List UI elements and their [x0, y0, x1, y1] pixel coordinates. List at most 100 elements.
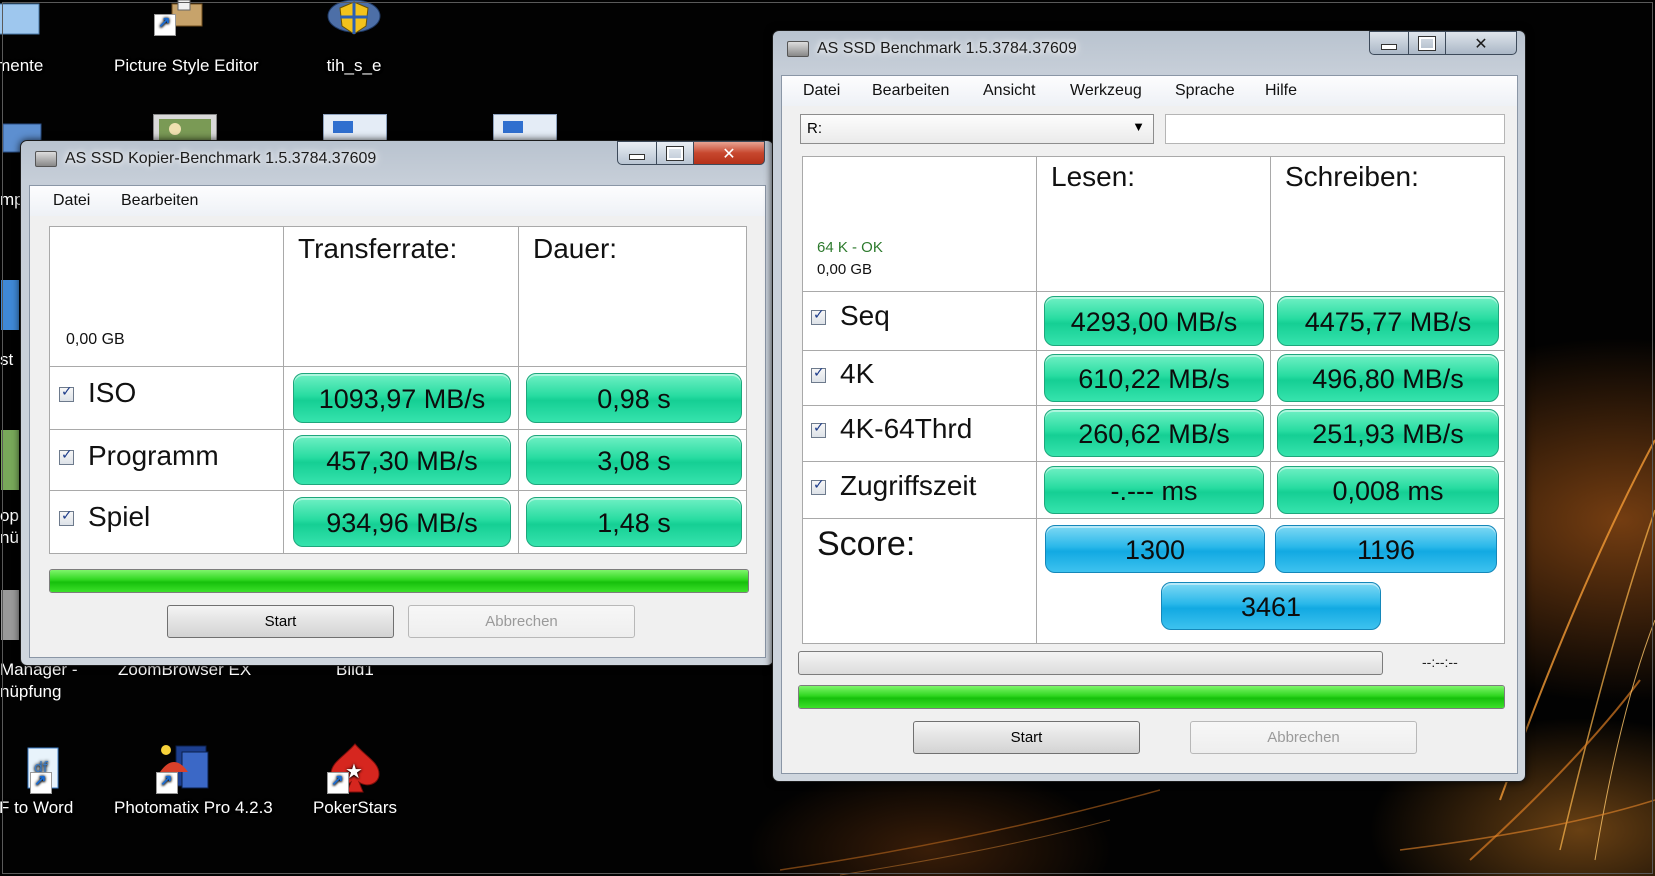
- 4k-read-value: 610,22 MB/s: [1044, 354, 1264, 402]
- spiel-duration-cell: 1,48 s: [518, 490, 747, 554]
- size-label: 0,00 GB: [66, 331, 125, 348]
- desktop-icon-label: tih_s_e: [326, 56, 382, 75]
- bench-progress-bar-top: [798, 651, 1383, 675]
- close-button[interactable]: ✕: [1445, 31, 1517, 55]
- spiel-checkbox[interactable]: [59, 508, 74, 526]
- 4k-checkbox[interactable]: [811, 365, 826, 383]
- desktop-icon-explorer[interactable]: [0, 280, 20, 334]
- desktop-icon-documents[interactable]: umente: [0, 0, 85, 76]
- programm-label: Programm: [88, 440, 219, 471]
- pdf-to-word-icon: df: [0, 742, 60, 794]
- desktop-icon-photomatix[interactable]: Photomatix Pro 4.2.3: [114, 742, 273, 818]
- zugriffszeit-read-cell: -.--- ms: [1036, 461, 1271, 519]
- 4k-64thrd-checkbox[interactable]: [811, 420, 826, 438]
- minimize-button[interactable]: [617, 141, 657, 165]
- 4k-read-cell: 610,22 MB/s: [1036, 350, 1271, 406]
- desktop-icon-manager[interactable]: [0, 590, 20, 644]
- elapsed-time: --:--:--: [1422, 654, 1458, 670]
- spiel-label: Spiel: [88, 501, 151, 532]
- menu-werkzeug[interactable]: Werkzeug: [1070, 82, 1142, 100]
- iso-checkbox[interactable]: [59, 384, 74, 402]
- copy-window-client: Datei Bearbeiten 0,00 GB Transferrate: D…: [29, 185, 766, 658]
- score-write-value: 1196: [1275, 525, 1497, 573]
- zugriffszeit-label: Zugriffszeit: [840, 470, 977, 501]
- bench-window-client: Datei Bearbeiten Ansicht Werkzeug Sprach…: [781, 75, 1518, 774]
- bench-start-button[interactable]: Start: [913, 721, 1140, 754]
- desktop-icon-label: DF to Word: [0, 798, 74, 817]
- menu-datei[interactable]: Datei: [803, 82, 840, 100]
- drive-select[interactable]: R: ▼: [800, 114, 1154, 144]
- drive-select-value: R:: [807, 120, 822, 137]
- zugriffszeit-checkbox[interactable]: [811, 477, 826, 495]
- copy-cancel-button[interactable]: Abbrechen: [408, 605, 635, 638]
- manager-icon: [1, 590, 19, 640]
- transfer-header-cell: Transferrate:: [283, 226, 519, 367]
- 4k-label: 4K: [840, 358, 875, 389]
- desktop-icon-pdf-to-word[interactable]: df DF to Word: [0, 742, 100, 818]
- row-label-4k-64thrd: 4K-64Thrd: [802, 405, 1037, 462]
- maximize-button[interactable]: [656, 141, 694, 165]
- bench-window-titlebar[interactable]: AS SSD Benchmark 1.5.3784.37609 ✕: [773, 31, 1525, 65]
- seq-write-value: 4475,77 MB/s: [1277, 296, 1499, 346]
- copy-progress-fill: [50, 570, 748, 592]
- menu-hilfe[interactable]: Hilfe: [1265, 82, 1297, 100]
- bench-cancel-button[interactable]: Abbrechen: [1190, 721, 1417, 754]
- menu-datei[interactable]: Datei: [53, 192, 90, 210]
- iso-rate-cell: 1093,97 MB/s: [283, 366, 519, 430]
- zugriffszeit-write-cell: 0,008 ms: [1270, 461, 1505, 519]
- menu-bearbeiten[interactable]: Bearbeiten: [121, 192, 198, 210]
- duration-header: Dauer:: [533, 233, 618, 264]
- score-values-cell: 1300 1196 3461: [1036, 518, 1505, 644]
- seq-read-cell: 4293,00 MB/s: [1036, 291, 1271, 351]
- app-icon: [1, 430, 19, 490]
- benchmark-window[interactable]: AS SSD Benchmark 1.5.3784.37609 ✕ Datei …: [772, 30, 1526, 782]
- row-label-spiel: Spiel: [49, 490, 284, 554]
- explorer-icon: [1, 280, 19, 330]
- desktop-icon-label: Picture Style Editor: [114, 56, 259, 75]
- desktop-icon-pokerstars[interactable]: ★ PokerStars: [285, 742, 425, 818]
- menu-bearbeiten[interactable]: Bearbeiten: [872, 82, 949, 100]
- drive-icon: [35, 151, 57, 167]
- desktop-icon-picture-style-editor[interactable]: Picture Style Editor: [114, 0, 259, 76]
- programm-rate-cell: 457,30 MB/s: [283, 429, 519, 491]
- read-header-cell: Lesen:: [1036, 156, 1271, 292]
- write-header-cell: Schreiben:: [1270, 156, 1505, 292]
- read-header: Lesen:: [1051, 161, 1136, 192]
- zugriffszeit-read-value: -.--- ms: [1044, 466, 1264, 514]
- desktop-icon-label: op: [0, 506, 19, 525]
- copy-benchmark-window[interactable]: AS SSD Kopier-Benchmark 1.5.3784.37609 ✕…: [20, 140, 774, 666]
- desktop: umente Picture Style Editor tih_s_e: [0, 0, 1655, 876]
- copy-progress-bar: [49, 569, 749, 593]
- drive-info-field: [1165, 114, 1505, 144]
- 4k-64thrd-write-value: 251,93 MB/s: [1277, 409, 1499, 457]
- programm-checkbox[interactable]: [59, 447, 74, 465]
- seq-checkbox[interactable]: [811, 307, 826, 325]
- maximize-button[interactable]: [1408, 31, 1446, 55]
- row-label-4k: 4K: [802, 350, 1037, 406]
- desktop-icon-label: nü: [0, 528, 19, 547]
- copy-start-button[interactable]: Start: [167, 605, 394, 638]
- desktop-icon-app[interactable]: [0, 430, 20, 494]
- info-cell: 64 K - OK 0,00 GB: [802, 156, 1037, 292]
- sparks-decoration: [780, 789, 1160, 876]
- 4k-64thrd-read-cell: 260,62 MB/s: [1036, 405, 1271, 462]
- desktop-icon-tih[interactable]: tih_s_e: [284, 0, 424, 76]
- copy-window-menubar: Datei Bearbeiten: [30, 186, 765, 216]
- seq-write-cell: 4475,77 MB/s: [1270, 291, 1505, 351]
- desktop-icon-label: nüpfung: [0, 682, 62, 701]
- 4k-64thrd-write-cell: 251,93 MB/s: [1270, 405, 1505, 462]
- minimize-button[interactable]: [1369, 31, 1409, 55]
- 4k-write-value: 496,80 MB/s: [1277, 354, 1499, 402]
- close-button[interactable]: ✕: [693, 141, 765, 165]
- copy-window-titlebar[interactable]: AS SSD Kopier-Benchmark 1.5.3784.37609 ✕: [21, 141, 773, 175]
- programm-duration-cell: 3,08 s: [518, 429, 747, 491]
- desktop-icon-label: umente: [0, 56, 44, 75]
- iso-rate-value: 1093,97 MB/s: [293, 373, 511, 423]
- menu-ansicht[interactable]: Ansicht: [983, 82, 1035, 100]
- picture-style-editor-icon: [154, 0, 214, 52]
- programm-rate-value: 457,30 MB/s: [293, 435, 511, 485]
- chevron-down-icon: ▼: [1132, 119, 1145, 134]
- photomatix-icon: [154, 742, 214, 794]
- size-label: 0,00 GB: [817, 261, 873, 278]
- menu-sprache[interactable]: Sprache: [1175, 82, 1235, 100]
